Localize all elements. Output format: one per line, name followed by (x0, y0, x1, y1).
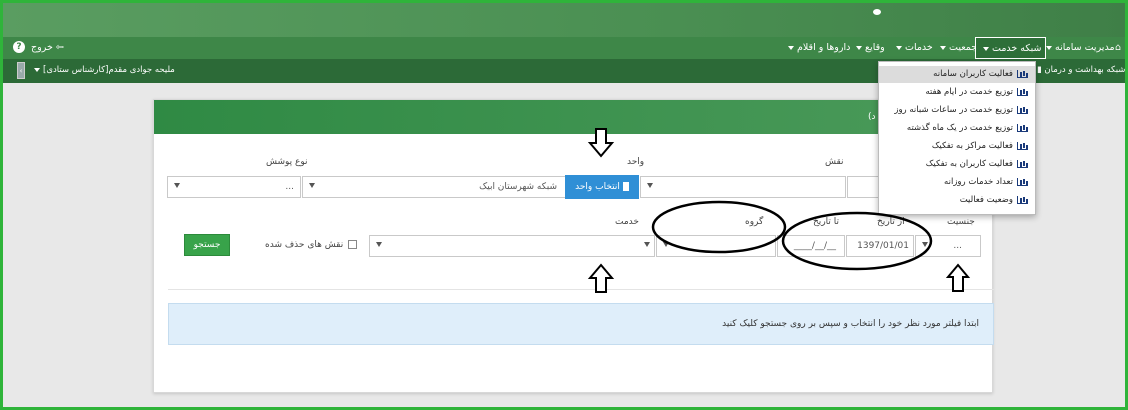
chevron-down-icon (34, 67, 40, 72)
network-label: شبکه بهداشت و درمان (1044, 65, 1126, 75)
menu-system-admin[interactable]: مدیریت سامانه (1043, 42, 1115, 53)
dropdown-item-text: توزیع خدمت در ایام هفته (925, 87, 1013, 97)
coverage-label: نوع پوشش (266, 157, 308, 167)
chevron-down-icon (309, 183, 315, 188)
collapse-handle[interactable]: ‹ (17, 62, 25, 79)
top-header (3, 3, 1125, 37)
deleted-roles-option[interactable]: نقش های حذف شده (265, 239, 358, 250)
search-button[interactable]: جستجو (184, 234, 230, 256)
bar-chart-icon (1017, 159, 1027, 168)
service-select[interactable] (369, 235, 655, 257)
chevron-down-icon (896, 45, 902, 50)
bar-chart-icon (1017, 141, 1027, 150)
divider (168, 289, 994, 290)
from-date-value: 1397/01/01 (857, 241, 909, 251)
chevron-down-icon (174, 183, 180, 188)
exit-link[interactable]: ⇦ خروج (31, 42, 64, 53)
network-selector[interactable]: شبکه بهداشت و درمان ▮ (1037, 65, 1125, 75)
chevron-down-icon (940, 45, 946, 50)
group-label: گروه (745, 217, 764, 227)
service-network-dropdown: فعالیت کاربران سامانه توزیع خدمت در ایام… (878, 61, 1036, 215)
deleted-roles-label: نقش های حذف شده (265, 240, 344, 250)
dropdown-item-text: تعداد خدمات روزانه (944, 177, 1013, 187)
from-date-input[interactable]: 1397/01/01 (846, 235, 914, 257)
chevron-down-icon (647, 183, 653, 188)
chevron-down-icon (922, 242, 928, 247)
role-label: نقش (825, 157, 844, 167)
user-role-selector[interactable]: ملیحه جوادی مقدم[کارشناس ستادی] (31, 65, 175, 75)
dropdown-item-text: فعالیت کاربران سامانه (933, 69, 1013, 79)
role-extra-field[interactable] (847, 176, 881, 198)
unit-value: شبکه شهرستان ابیک (479, 182, 557, 192)
dropdown-item-label[interactable]: توزیع خدمت در یک ماه گذشته (907, 123, 1027, 133)
unit-label: واحد (627, 157, 645, 167)
help-icon[interactable]: ? (13, 41, 25, 53)
menu-events[interactable]: وقایع (853, 42, 885, 53)
menu-system-admin-label: مدیریت سامانه (1055, 42, 1115, 53)
bar-chart-icon (1017, 195, 1027, 204)
dropdown-item-text: وضعیت فعالیت (959, 195, 1013, 205)
dropdown-item-label[interactable]: توزیع خدمت در ایام هفته (925, 87, 1027, 97)
dropdown-item-text: فعالیت کاربران به تفکیک (925, 159, 1013, 169)
menu-population[interactable]: جمعیت (937, 42, 977, 53)
bar-chart-icon (1017, 69, 1027, 78)
dropdown-item-label[interactable]: فعالیت کاربران به تفکیک (926, 159, 1027, 169)
chevron-down-icon (1046, 45, 1052, 50)
bar-chart-icon (1017, 87, 1027, 96)
role-select[interactable] (640, 176, 846, 198)
chevron-down-icon (983, 46, 989, 51)
user-role-label: ملیحه جوادی مقدم[کارشناس ستادی] (43, 65, 175, 75)
dropdown-item-text: توزیع خدمت در ساعات شبانه روز (894, 105, 1013, 115)
home-icon[interactable]: ⌂ (1115, 42, 1121, 53)
dropdown-item-text: فعالیت مراکز به تفکیک (931, 141, 1013, 151)
chevron-down-icon (788, 45, 794, 50)
menu-services-label: خدمات (905, 42, 933, 53)
to-date-value: __/__/____ (793, 241, 836, 251)
dropdown-item-label[interactable]: تعداد خدمات روزانه (944, 177, 1027, 187)
gender-select[interactable]: ... (915, 235, 981, 257)
bar-chart-icon (1017, 105, 1027, 114)
card-header: د) (154, 100, 992, 134)
header-ornament (873, 9, 881, 15)
unit-field[interactable]: شبکه شهرستان ابیک (302, 176, 566, 198)
service-label: خدمت (615, 217, 639, 227)
menu-events-label: وقایع (865, 42, 885, 53)
bar-chart-icon (1017, 123, 1027, 132)
chevron-down-icon (376, 242, 382, 247)
dropdown-item-label[interactable]: فعالیت کاربران سامانه (933, 69, 1027, 79)
from-date-label: از تاریخ (877, 217, 905, 227)
group-select[interactable] (656, 235, 776, 257)
menu-drugs-label: داروها و اقلام (797, 42, 851, 53)
select-unit-button[interactable]: انتخاب واحد (565, 175, 639, 199)
to-date-label: تا تاریخ (813, 217, 840, 227)
exit-icon: ⇦ (55, 42, 64, 53)
exit-label: خروج (31, 42, 53, 53)
menu-service-network[interactable]: شبکه خدمت (975, 37, 1047, 59)
bar-chart-icon (1017, 177, 1027, 186)
dropdown-item-label[interactable]: توزیع خدمت در ساعات شبانه روز (894, 105, 1027, 115)
dropdown-item-text: توزیع خدمت در یک ماه گذشته (906, 123, 1013, 133)
select-unit-label: انتخاب واحد (575, 182, 620, 192)
chevron-down-icon (644, 242, 650, 247)
main-menu-bar: ⇦ خروج ? داروها و اقلام وقایع خدمات جمعی… (3, 37, 1125, 59)
menu-population-label: جمعیت (949, 42, 978, 53)
gender-value: ... (953, 241, 962, 251)
deleted-roles-checkbox[interactable] (348, 239, 358, 249)
app-frame: ⇦ خروج ? داروها و اقلام وقایع خدمات جمعی… (0, 0, 1128, 410)
gender-label: جنسیت (947, 217, 975, 227)
info-text: ابتدا فیلتر مورد نظر خود را انتخاب و سپس… (722, 319, 979, 329)
to-date-input[interactable]: __/__/____ (777, 235, 845, 257)
dropdown-item-label[interactable]: فعالیت مراکز به تفکیک (932, 141, 1027, 151)
building-icon (622, 182, 629, 191)
coverage-select[interactable]: ... (167, 176, 301, 198)
menu-service-network-label: شبکه خدمت (992, 43, 1042, 54)
dropdown-item-label[interactable]: وضعیت فعالیت (960, 195, 1027, 205)
coverage-value: ... (285, 182, 294, 192)
menu-services[interactable]: خدمات (893, 42, 933, 53)
chevron-down-icon (663, 242, 669, 247)
chevron-down-icon (856, 45, 862, 50)
card-title: د) (868, 112, 876, 122)
info-alert: ابتدا فیلتر مورد نظر خود را انتخاب و سپس… (168, 303, 994, 345)
menu-drugs[interactable]: داروها و اقلام (785, 42, 850, 53)
